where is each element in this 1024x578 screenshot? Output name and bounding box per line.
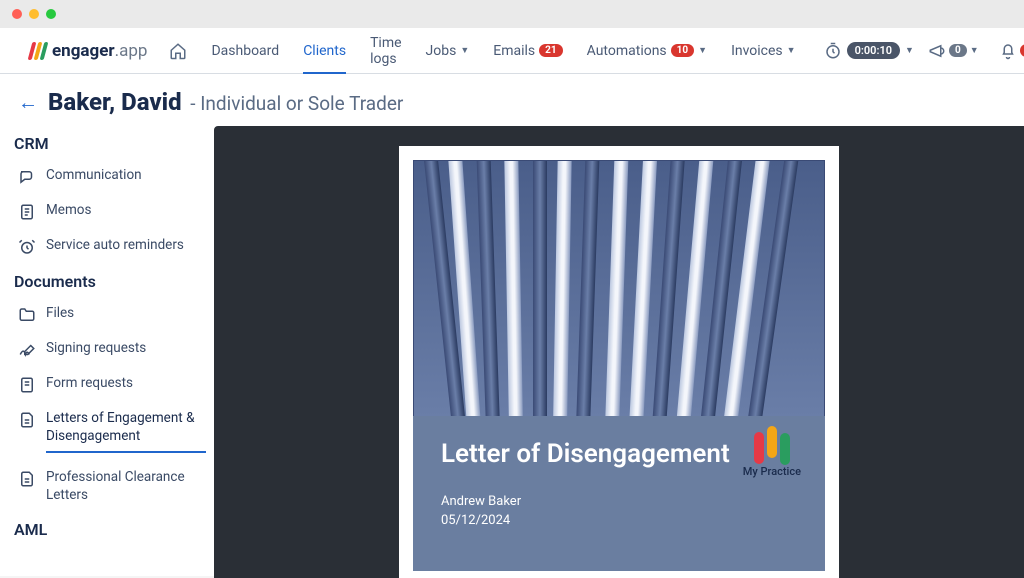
chevron-down-icon: ▼ — [905, 45, 914, 56]
sidebar-item-clearance[interactable]: Professional Clearance Letters — [14, 461, 214, 512]
document-hero-image — [413, 160, 825, 420]
minimize-window-icon[interactable] — [29, 9, 39, 19]
document-viewer: Letter of Disengagement Andrew Baker 05/… — [214, 126, 1024, 578]
document-icon — [18, 410, 36, 429]
timer-value: 0:00:10 — [847, 42, 900, 59]
announcements-button[interactable]: 0 ▼ — [922, 42, 985, 60]
automations-badge: 10 — [671, 44, 694, 57]
form-icon — [18, 375, 36, 394]
chat-icon — [18, 167, 36, 186]
sidebar-item-signing[interactable]: Signing requests — [14, 332, 214, 367]
sidebar-item-communication[interactable]: Communication — [14, 159, 214, 194]
primary-nav: Dashboard Clients Time logs Jobs▼ Emails… — [199, 28, 807, 73]
sidebar-item-letters-engagement[interactable]: Letters of Engagement & Disengagement — [14, 402, 214, 461]
megaphone-icon — [928, 42, 946, 60]
page-body: ← Baker, David - Individual or Sole Trad… — [0, 74, 1024, 576]
sidebar-item-reminders[interactable]: Service auto reminders — [14, 229, 214, 264]
document-meta: Andrew Baker 05/12/2024 — [441, 492, 797, 531]
sidebar-heading-documents: Documents — [14, 264, 214, 297]
nav-clients[interactable]: Clients — [291, 28, 358, 73]
nav-jobs[interactable]: Jobs▼ — [414, 28, 482, 73]
practice-logo: My Practice — [743, 430, 801, 478]
chevron-down-icon: ▼ — [698, 45, 707, 56]
window-titlebar — [0, 0, 1024, 28]
bell-badge: 30 — [1020, 44, 1024, 57]
nav-automations[interactable]: Automations10▼ — [575, 28, 719, 73]
sidebar-item-memos[interactable]: Memos — [14, 194, 214, 229]
alarm-icon — [18, 237, 36, 256]
brand-name: engager.app — [52, 41, 147, 61]
nav-invoices[interactable]: Invoices▼ — [719, 28, 808, 73]
folder-icon — [18, 305, 36, 324]
memo-icon — [18, 202, 36, 221]
chevron-down-icon: ▼ — [787, 45, 796, 56]
announce-badge: 0 — [949, 44, 967, 57]
sidebar-item-forms[interactable]: Form requests — [14, 367, 214, 402]
document-page: Letter of Disengagement Andrew Baker 05/… — [399, 146, 839, 578]
nav-dashboard[interactable]: Dashboard — [199, 28, 291, 73]
sidebar-item-files[interactable]: Files — [14, 297, 214, 332]
notifications-button[interactable]: 30 ▼ — [993, 42, 1024, 60]
bell-icon — [999, 42, 1017, 60]
document-person: Andrew Baker — [441, 492, 797, 512]
home-icon[interactable] — [169, 42, 187, 60]
chevron-down-icon: ▼ — [970, 45, 979, 56]
sidebar-heading-crm: CRM — [14, 126, 214, 159]
clock-icon — [824, 42, 842, 60]
maximize-window-icon[interactable] — [46, 9, 56, 19]
brand-logo[interactable]: engager.app — [30, 41, 147, 61]
document-title-block: Letter of Disengagement Andrew Baker 05/… — [413, 416, 825, 571]
document-date: 05/12/2024 — [441, 511, 797, 531]
page-header: ← Baker, David - Individual or Sole Trad… — [0, 74, 1024, 126]
back-arrow-icon[interactable]: ← — [18, 90, 38, 115]
logo-icon — [28, 42, 49, 60]
left-sidebar: CRM Communication Memos Service auto rem… — [0, 126, 214, 578]
emails-badge: 21 — [539, 44, 562, 57]
practice-name: My Practice — [743, 465, 801, 478]
chevron-down-icon: ▼ — [460, 45, 469, 56]
nav-emails[interactable]: Emails21 — [481, 28, 574, 73]
timer-widget[interactable]: 0:00:10 ▼ — [824, 42, 914, 60]
practice-logo-icon — [743, 430, 801, 462]
document-icon — [18, 469, 36, 488]
page-title: Baker, David - Individual or Sole Trader — [48, 88, 403, 116]
signature-icon — [18, 340, 36, 359]
sidebar-heading-aml: AML — [14, 512, 214, 545]
top-nav: engager.app Dashboard Clients Time logs … — [0, 28, 1024, 74]
nav-timelogs[interactable]: Time logs — [358, 28, 413, 73]
close-window-icon[interactable] — [12, 9, 22, 19]
